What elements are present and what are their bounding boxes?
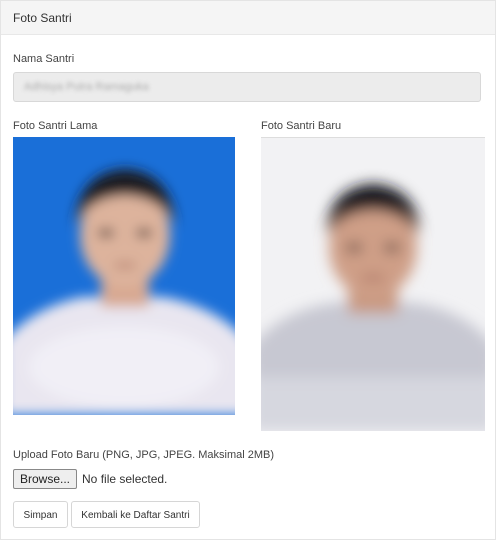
browse-button[interactable]: Browse... — [13, 468, 78, 489]
save-button[interactable]: Simpan — [13, 501, 68, 528]
file-input[interactable]: Browse... No file selected. — [13, 468, 167, 489]
photo-panel: Foto Santri Nama Santri Adhisya Putra Ra… — [0, 0, 496, 540]
name-field[interactable]: Adhisya Putra Ramaguka — [13, 72, 481, 102]
panel-header: Foto Santri — [1, 1, 495, 35]
file-status: No file selected. — [82, 471, 168, 486]
upload-label: Upload Foto Baru (PNG, JPG, JPEG. Maksim… — [13, 449, 275, 461]
panel-title: Foto Santri — [13, 11, 72, 25]
old-photo-label: Foto Santri Lama — [13, 120, 98, 132]
new-photo — [261, 137, 485, 431]
name-value: Adhisya Putra Ramaguka — [24, 81, 149, 93]
new-photo-label: Foto Santri Baru — [261, 120, 342, 132]
back-to-list-button[interactable]: Kembali ke Daftar Santri — [71, 501, 200, 528]
name-label: Nama Santri — [13, 53, 75, 65]
old-photo — [13, 137, 235, 415]
